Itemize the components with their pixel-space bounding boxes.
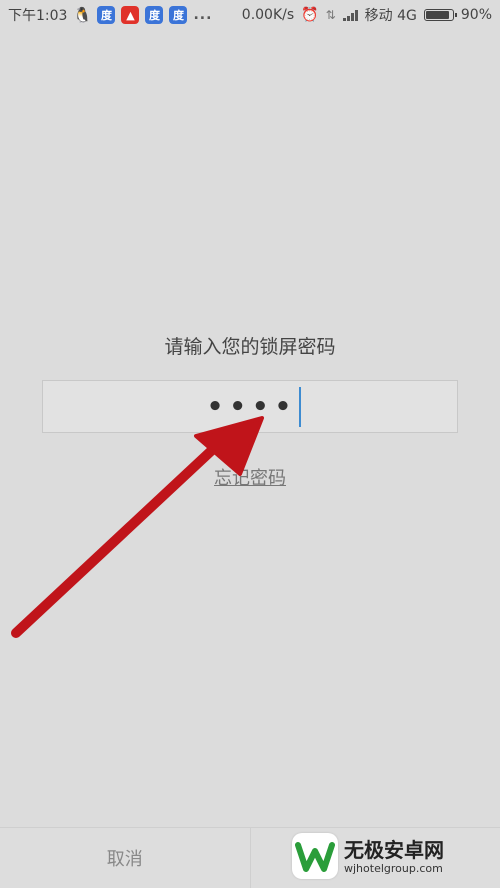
status-bar-left: 下午1:03 🐧 度 ▲ 度 度 ... (8, 0, 212, 30)
lock-prompt: 请输入您的锁屏密码 (164, 336, 336, 358)
password-mask: •••• (206, 391, 298, 422)
signal-icon (342, 9, 358, 21)
watermark: 无极安卓网 wjhotelgroup.com (292, 830, 492, 882)
baidu-icon: 度 (97, 6, 116, 24)
battery-percent: 90% (460, 7, 492, 23)
red-app-icon: ▲ (121, 6, 140, 24)
text-caret (299, 386, 302, 427)
watermark-logo-icon (292, 833, 338, 879)
watermark-text: 无极安卓网 wjhotelgroup.com (344, 838, 444, 875)
status-bar: 下午1:03 🐧 度 ▲ 度 度 ... 0.00K/s ⏰ ⇅ 移动 4G 9… (0, 0, 500, 30)
carrier-label: 移动 4G (364, 8, 417, 24)
battery-fill (425, 11, 450, 19)
cancel-button[interactable]: 取消 (0, 828, 250, 888)
battery-icon (423, 9, 457, 21)
watermark-title: 无极安卓网 (344, 837, 444, 862)
data-arrows-icon: ⇅ (325, 8, 336, 22)
more-notifications-icon: ... (193, 7, 213, 23)
qq-icon: 🐧 (73, 6, 92, 24)
network-speed: 0.00K/s (241, 7, 295, 23)
password-input[interactable]: •••• (42, 380, 458, 433)
baidu-icon: 度 (145, 6, 164, 24)
annotation-arrow (11, 416, 264, 638)
watermark-url: wjhotelgroup.com (344, 861, 443, 875)
status-bar-right: 0.00K/s ⏰ ⇅ 移动 4G 90% (242, 0, 492, 30)
alarm-icon: ⏰ (301, 7, 319, 23)
baidu-icon: 度 (169, 6, 188, 24)
status-time: 下午1:03 (8, 8, 68, 24)
forgot-password-link[interactable]: 忘记密码 (0, 464, 500, 490)
